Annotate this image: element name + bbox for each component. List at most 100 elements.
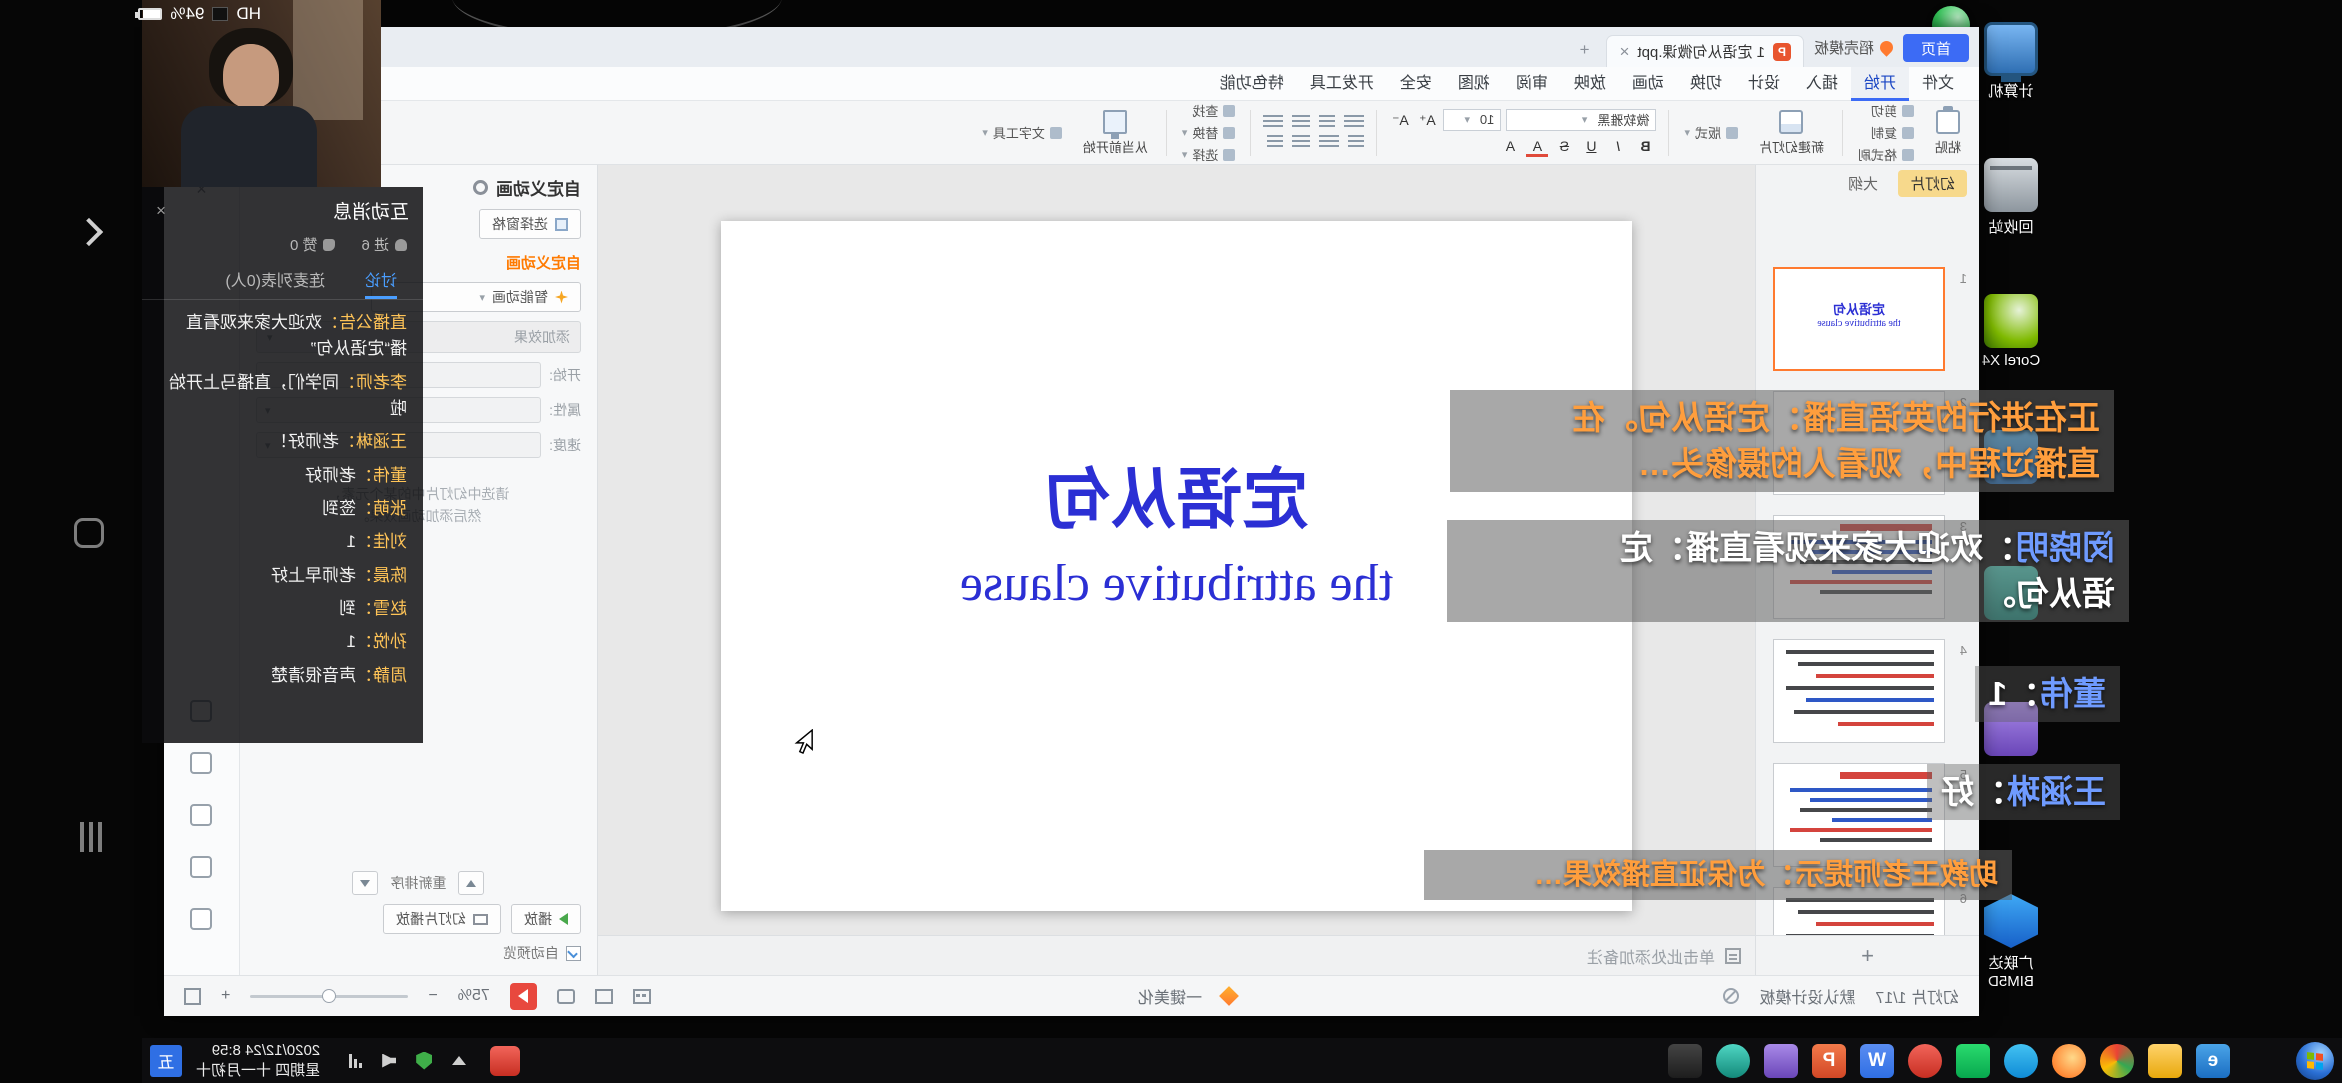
zoom-slider-knob[interactable] — [322, 989, 336, 1003]
android-home-button[interactable] — [74, 518, 104, 548]
menu-tab-slideshow[interactable]: 放映 — [1561, 67, 1619, 101]
tray-security-app-icon[interactable] — [490, 1046, 520, 1076]
text-effects-button[interactable]: A — [1499, 135, 1521, 157]
image-panel-icon[interactable] — [191, 752, 213, 774]
gear-icon[interactable] — [473, 180, 488, 195]
menu-tab-devtools[interactable]: 开发工具 — [1297, 67, 1387, 101]
taskbar-firefox-icon[interactable] — [2052, 1044, 2086, 1078]
taskbar-wps-icon[interactable]: W — [1860, 1044, 1894, 1078]
normal-view-icon[interactable] — [633, 989, 651, 1004]
fit-slide-icon[interactable] — [184, 988, 201, 1005]
menu-tab-view[interactable]: 视图 — [1445, 67, 1503, 101]
desktop-icon-bim[interactable]: 广联达BIM5D — [1966, 894, 2056, 990]
bullets-button[interactable] — [1348, 135, 1364, 150]
new-slide-button[interactable]: 新建幻灯片 — [1753, 108, 1830, 158]
italic-button[interactable]: I — [1607, 135, 1629, 157]
align-right-button[interactable] — [1292, 115, 1310, 130]
notes-bar[interactable]: 单击此处添加备注 — [598, 935, 1755, 975]
zoom-out-icon[interactable]: − — [428, 987, 437, 1005]
taskbar-music-icon[interactable] — [1908, 1044, 1942, 1078]
taskbar-ie-icon[interactable]: e — [2196, 1044, 2230, 1078]
taskbar-folder-icon[interactable] — [2148, 1044, 2182, 1078]
slideshow-play-button[interactable]: 幻灯片播放 — [383, 904, 501, 934]
paste-button[interactable]: 粘贴 — [1929, 108, 1967, 158]
home-button[interactable]: 首页 — [1903, 34, 1969, 62]
line-spacing-button[interactable] — [1292, 135, 1310, 150]
selection-pane-button[interactable]: 选择窗格 — [479, 209, 581, 239]
justify-button[interactable] — [1263, 115, 1283, 130]
tab-mic-list[interactable]: 连麦列表(0人) — [225, 263, 325, 299]
layout-button[interactable]: 版式▾ — [1681, 123, 1741, 142]
menu-tab-transition[interactable]: 切换 — [1677, 67, 1735, 101]
docer-template-button[interactable]: 稻壳模板 — [1814, 37, 1893, 58]
tab-discussion[interactable]: 讨论 — [365, 263, 397, 299]
taskbar-chrome-icon[interactable] — [2100, 1044, 2134, 1078]
shape-panel-icon[interactable] — [191, 804, 213, 826]
replace-button[interactable]: 替换▾ — [1179, 123, 1239, 142]
spellcheck-icon[interactable] — [1723, 988, 1739, 1004]
settings-panel-icon[interactable] — [191, 908, 213, 930]
indent-button[interactable] — [1267, 135, 1283, 150]
taskbar-wechat-icon[interactable] — [1956, 1044, 1990, 1078]
new-tab-button[interactable]: + — [1573, 41, 1597, 58]
menu-tab-design[interactable]: 设计 — [1735, 67, 1793, 101]
menu-tab-insert[interactable]: 插入 — [1793, 67, 1851, 101]
add-slide-button[interactable]: + — [1756, 935, 1979, 975]
align-left-button[interactable] — [1344, 115, 1364, 130]
template-name[interactable]: 默认设计模板 — [1759, 984, 1855, 1008]
taskbar-clock[interactable]: 2020/12/24 8:59 星期四 十一月初十 — [196, 1041, 320, 1080]
play-from-current-button[interactable]: 从当前开始 — [1077, 108, 1154, 158]
auto-preview-checkbox[interactable] — [566, 946, 581, 961]
desktop-icon-computer[interactable]: 计算机 — [1966, 22, 2056, 101]
slide-thumbnail-4[interactable] — [1773, 639, 1945, 743]
chat-message-list[interactable]: 直播公告：欢迎大家来观看直播“定语从句” 李老师：同学们，直播马上开始啦 王涵琳… — [142, 300, 423, 706]
find-button[interactable]: 查找 — [1179, 101, 1239, 120]
tab-close-icon[interactable]: × — [1620, 43, 1630, 60]
slideshow-button[interactable] — [510, 983, 537, 1010]
menu-tab-animation[interactable]: 动画 — [1619, 67, 1677, 101]
slide-thumbnail-1[interactable]: 定语从句 the attributive clause — [1773, 267, 1945, 371]
select-button[interactable]: 选择▾ — [1179, 145, 1239, 164]
copy-button[interactable]: 复制 — [1855, 123, 1917, 142]
move-up-button[interactable] — [459, 871, 485, 895]
sorter-view-icon[interactable] — [595, 989, 613, 1004]
taskbar-tools-icon[interactable] — [1668, 1044, 1702, 1078]
menu-tab-features[interactable]: 特色功能 — [1207, 67, 1297, 101]
cut-button[interactable]: 剪切 — [1855, 101, 1917, 120]
font-size-select[interactable]: 10▾ — [1443, 109, 1501, 131]
underline-button[interactable]: U — [1580, 135, 1602, 157]
tray-network-icon[interactable] — [346, 1054, 362, 1068]
android-back-button[interactable] — [75, 218, 103, 246]
taskbar-qq-icon[interactable] — [2004, 1044, 2038, 1078]
numbering-button[interactable] — [1319, 135, 1339, 150]
decrease-font-button[interactable]: A⁻ — [1389, 109, 1411, 131]
menu-tab-home[interactable]: 开始 — [1851, 67, 1909, 101]
ime-indicator[interactable]: 五 — [150, 1045, 182, 1077]
start-button[interactable] — [2296, 1042, 2334, 1080]
desktop-icon-recycle-bin[interactable]: 回收站 — [1966, 158, 2056, 237]
menu-tab-security[interactable]: 安全 — [1387, 67, 1445, 101]
desktop-icon-corel[interactable]: Corel X4 — [1966, 294, 2056, 369]
taskbar-ppt-icon[interactable]: P — [1812, 1044, 1846, 1078]
reading-view-icon[interactable] — [557, 989, 575, 1004]
taskbar-player-icon[interactable] — [1764, 1044, 1798, 1078]
font-color-button[interactable]: A — [1526, 135, 1548, 157]
format-painter-button[interactable]: 格式刷 — [1855, 145, 1917, 164]
history-panel-icon[interactable] — [191, 856, 213, 878]
beautify-button[interactable]: 一键美化 — [1138, 984, 1202, 1008]
show-hidden-icons[interactable] — [452, 1056, 466, 1065]
tab-outline[interactable]: 大纲 — [1836, 170, 1890, 197]
move-down-button[interactable] — [353, 871, 379, 895]
zoom-slider[interactable] — [250, 995, 408, 998]
android-recents-button[interactable] — [76, 822, 102, 852]
tray-shield-icon[interactable] — [416, 1052, 432, 1070]
tab-slides[interactable]: 幻灯片 — [1898, 170, 1967, 197]
menu-tab-review[interactable]: 审阅 — [1503, 67, 1561, 101]
bold-button[interactable]: B — [1634, 135, 1656, 157]
text-tool-button[interactable]: 文字工具▾ — [979, 123, 1065, 142]
align-center-button[interactable] — [1319, 115, 1335, 130]
chat-close-icon[interactable]: × — [156, 201, 166, 221]
font-name-select[interactable]: 微软雅黑▾ — [1506, 109, 1656, 131]
taskbar-meeting-icon[interactable] — [1716, 1044, 1750, 1078]
menu-tab-file[interactable]: 文件 — [1909, 67, 1967, 101]
